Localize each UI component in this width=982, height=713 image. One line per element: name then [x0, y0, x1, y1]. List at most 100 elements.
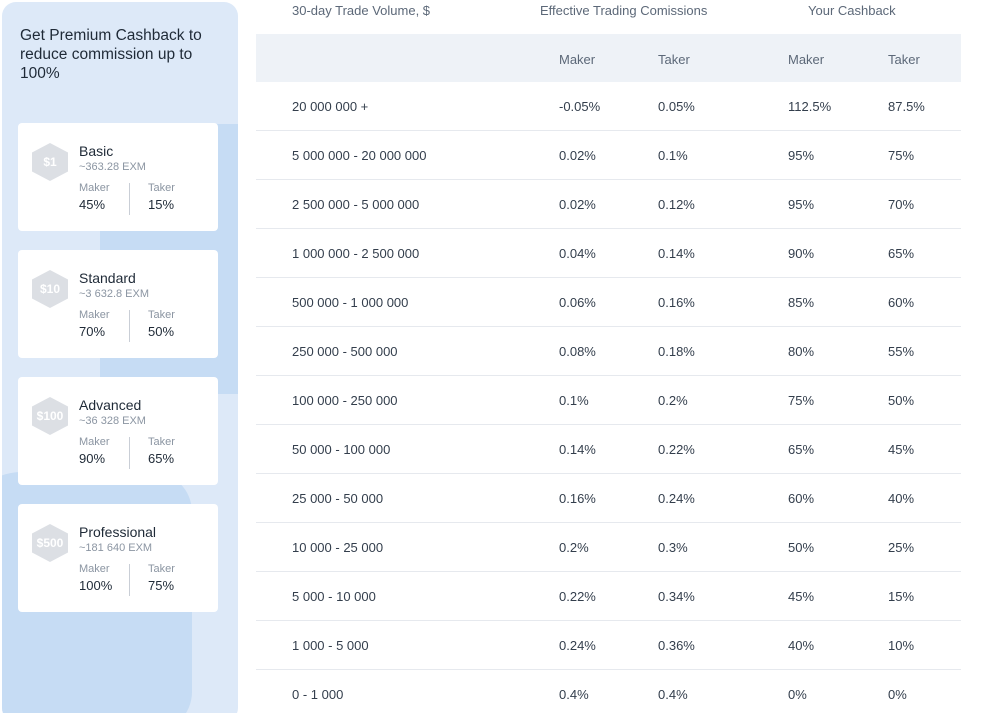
commission-maker-cell: 0.16% [559, 491, 596, 506]
plan-name: Basic [79, 143, 114, 159]
price-badge: $100 [32, 397, 68, 435]
divider [129, 183, 130, 215]
table-row: 1 000 - 5 000 0.24% 0.36% 40% 10% [256, 621, 961, 670]
table-row: 50 000 - 100 000 0.14% 0.22% 65% 45% [256, 425, 961, 474]
plan-exm-amount: ~36 328 EXM [79, 415, 146, 427]
taker-label: Taker [148, 309, 175, 321]
cashback-maker-cell: 50% [788, 540, 815, 555]
volume-cell: 10 000 - 25 000 [292, 540, 384, 555]
cashback-maker-cell: 95% [788, 197, 815, 212]
commission-maker-cell: 0.02% [559, 148, 596, 163]
commission-maker-cell: 0.22% [559, 589, 596, 604]
plan-card[interactable]: $10 Standard ~3 632.8 EXM Maker 70% Taker 50% [18, 250, 218, 358]
panel-title: Get Premium Cashback to reduce commissio… [20, 27, 202, 82]
subheader-taker: Taker [888, 52, 920, 67]
table-row: 1 000 000 - 2 500 000 0.04% 0.14% 90% 65% [256, 229, 961, 278]
plan-name: Advanced [79, 397, 142, 413]
header-volume: 30-day Trade Volume, $ [292, 3, 431, 18]
commission-taker-cell: 0.4% [658, 687, 688, 702]
commission-taker-cell: 0.24% [658, 491, 695, 506]
plan-name: Standard [79, 270, 136, 286]
table-row: 2 500 000 - 5 000 000 0.02% 0.12% 95% 70% [256, 180, 961, 229]
commission-taker-cell: 0.2% [658, 393, 688, 408]
cashback-taker-cell: 50% [888, 393, 915, 408]
price-badge: $500 [32, 524, 68, 562]
plan-card[interactable]: $500 Professional ~181 640 EXM Maker 100% Tak… [18, 504, 218, 612]
commission-maker-cell: 0.02% [559, 197, 596, 212]
commission-maker-cell: 0.4% [559, 687, 589, 702]
commission-taker-cell: 0.14% [658, 246, 695, 261]
cashback-taker-cell: 60% [888, 295, 915, 310]
divider [129, 564, 130, 596]
taker-label: Taker [148, 182, 175, 194]
plan-name: Professional [79, 524, 157, 540]
cashback-maker-cell: 80% [788, 344, 815, 359]
commission-maker-cell: 0.04% [559, 246, 596, 261]
commission-maker-cell: 0.2% [559, 540, 589, 555]
commission-taker-cell: 0.16% [658, 295, 695, 310]
taker-value: 75% [148, 578, 175, 593]
commission-maker-cell: 0.1% [559, 393, 589, 408]
cashback-taker-cell: 65% [888, 246, 915, 261]
plan-card[interactable]: $100 Advanced ~36 328 EXM Maker 90% Taker 65% [18, 377, 218, 485]
commission-taker-cell: 0.12% [658, 197, 695, 212]
plan-card[interactable]: $1 Basic ~363.28 EXM Maker 45% Taker 15% [18, 123, 218, 231]
volume-cell: 5 000 000 - 20 000 000 [292, 148, 427, 163]
maker-value: 100% [79, 578, 113, 593]
cashback-maker-cell: 60% [788, 491, 815, 506]
volume-cell: 500 000 - 1 000 000 [292, 295, 409, 310]
commission-maker-cell: -0.05% [559, 99, 601, 114]
cashback-taker-cell: 70% [888, 197, 915, 212]
plan-exm-amount: ~3 632.8 EXM [79, 288, 150, 300]
table-row: 5 000 - 10 000 0.22% 0.34% 45% 15% [256, 572, 961, 621]
maker-label: Maker [79, 436, 110, 448]
taker-value: 50% [148, 324, 175, 339]
table-row: 10 000 - 25 000 0.2% 0.3% 50% 25% [256, 523, 961, 572]
commission-maker-cell: 0.08% [559, 344, 596, 359]
volume-cell: 5 000 - 10 000 [292, 589, 376, 604]
table-row: 500 000 - 1 000 000 0.06% 0.16% 85% 60% [256, 278, 961, 327]
commission-maker-cell: 0.06% [559, 295, 596, 310]
cashback-maker-cell: 75% [788, 393, 815, 408]
commission-taker-cell: 0.34% [658, 589, 695, 604]
volume-cell: 1 000 000 - 2 500 000 [292, 246, 420, 261]
maker-label: Maker [79, 563, 110, 575]
commission-taker-cell: 0.36% [658, 638, 695, 653]
plan-exm-amount: ~363.28 EXM [79, 161, 146, 173]
taker-label: Taker [148, 436, 175, 448]
cashback-taker-cell: 10% [888, 638, 915, 653]
volume-cell: 25 000 - 50 000 [292, 491, 384, 506]
commission-taker-cell: 0.22% [658, 442, 695, 457]
plan-exm-amount: ~181 640 EXM [79, 542, 153, 554]
taker-value: 65% [148, 451, 175, 466]
maker-value: 70% [79, 324, 106, 339]
header-commissions: Effective Trading Comissions [540, 3, 708, 18]
maker-label: Maker [79, 182, 110, 194]
cashback-taker-cell: 15% [888, 589, 915, 604]
table-row: 25 000 - 50 000 0.16% 0.24% 60% 40% [256, 474, 961, 523]
commission-taker-cell: 0.1% [658, 148, 688, 163]
commission-maker-cell: 0.24% [559, 638, 596, 653]
subheader-maker: Maker [559, 52, 596, 67]
volume-cell: 100 000 - 250 000 [292, 393, 398, 408]
table-row: 100 000 - 250 000 0.1% 0.2% 75% 50% [256, 376, 961, 425]
cashback-taker-cell: 87.5% [888, 99, 925, 114]
cashback-taker-cell: 75% [888, 148, 915, 163]
commission-taker-cell: 0.18% [658, 344, 695, 359]
commission-maker-cell: 0.14% [559, 442, 596, 457]
commission-taker-cell: 0.3% [658, 540, 688, 555]
volume-cell: 250 000 - 500 000 [292, 344, 398, 359]
volume-cell: 1 000 - 5 000 [292, 638, 369, 653]
table-row: 20 000 000 + -0.05% 0.05% 112.5% 87.5% [256, 82, 961, 131]
cashback-maker-cell: 112.5% [788, 99, 832, 114]
cashback-maker-cell: 85% [788, 295, 815, 310]
price-badge: $1 [32, 143, 68, 181]
maker-value: 45% [79, 197, 106, 212]
header-cashback: Your Cashback [808, 3, 896, 18]
table-subheader: Maker Taker Maker Taker [256, 34, 961, 82]
cashback-maker-cell: 90% [788, 246, 815, 261]
cashback-taker-cell: 25% [888, 540, 915, 555]
subheader-taker: Taker [658, 52, 690, 67]
cashback-taker-cell: 55% [888, 344, 915, 359]
cashback-taker-cell: 45% [888, 442, 915, 457]
